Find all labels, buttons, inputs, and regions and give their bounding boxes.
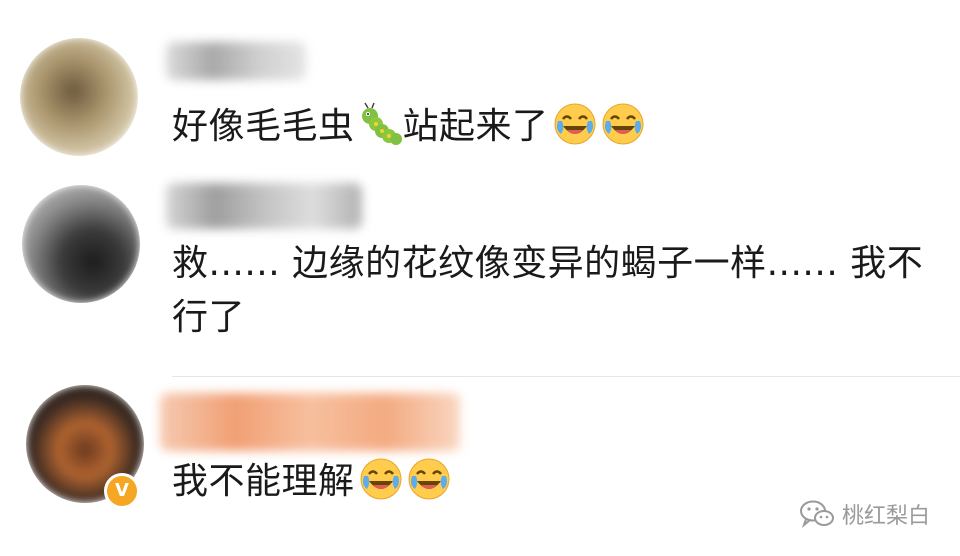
username-redacted[interactable] — [160, 393, 460, 451]
wechat-icon — [799, 500, 834, 528]
laugh-cry-icon — [553, 102, 597, 146]
comment-text: 救...... 边缘的花纹像变异的蝎子一样...... 我不 行了 — [172, 237, 923, 345]
comment-text-part: 站起来了 — [402, 106, 549, 147]
laugh-cry-icon — [359, 457, 403, 501]
comment-text: 我不能理解 — [172, 455, 451, 509]
laugh-cry-icon — [407, 457, 451, 501]
avatar[interactable] — [20, 38, 138, 156]
avatar[interactable] — [22, 185, 140, 303]
username-redacted[interactable] — [166, 42, 306, 80]
caterpillar-icon — [359, 102, 403, 146]
comment-text-line: 救...... 边缘的花纹像变异的蝎子一样...... 我不 — [172, 243, 924, 284]
comment-item-2: 救...... 边缘的花纹像变异的蝎子一样...... 我不 行了 — [0, 175, 960, 375]
verified-badge-icon: V — [104, 473, 140, 509]
username-redacted[interactable] — [166, 183, 362, 229]
laugh-cry-icon — [601, 102, 645, 146]
comment-item-1: 好像毛毛虫 站起来了 — [0, 0, 960, 175]
comment-text-part: 我不能理解 — [172, 461, 355, 502]
watermark-label: 桃红梨白 — [841, 504, 930, 529]
watermark: 桃红梨白 — [799, 498, 930, 530]
comment-text-line: 行了 — [172, 297, 246, 338]
comment-text-part: 好像毛毛虫 — [172, 106, 355, 147]
comment-text: 好像毛毛虫 站起来了 — [172, 100, 645, 154]
